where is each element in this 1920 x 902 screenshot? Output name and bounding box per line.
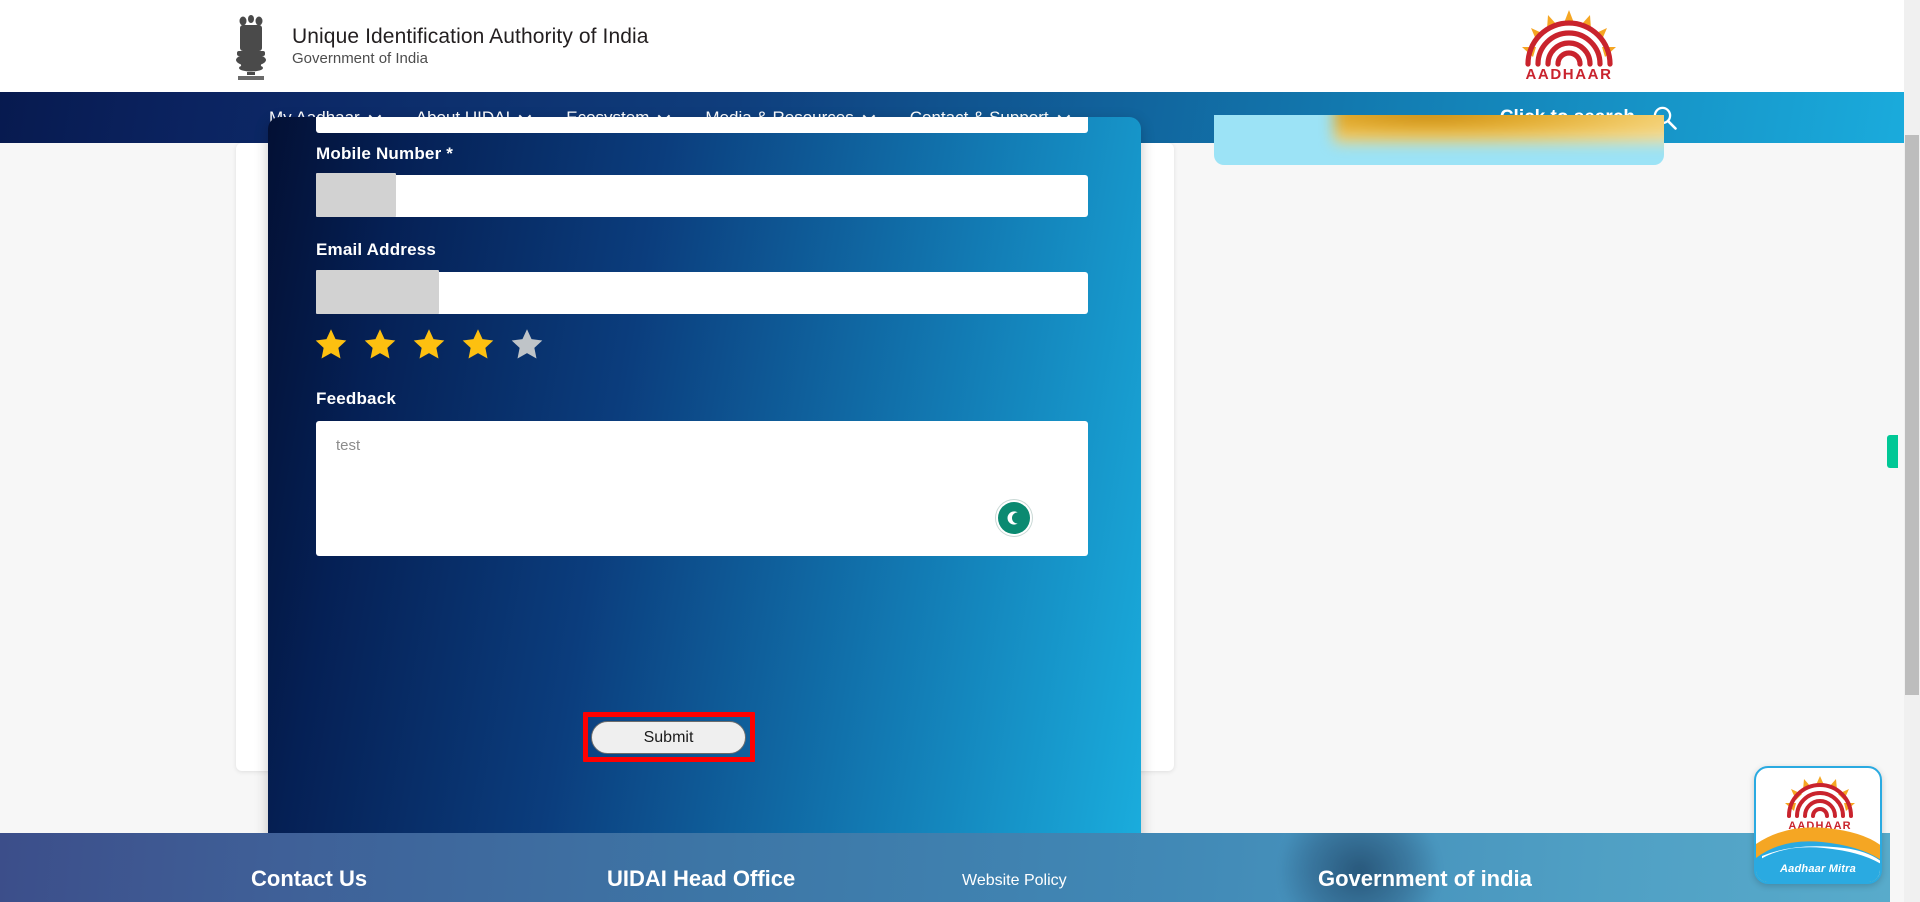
- page-content: Mobile Number * Email Address Feedback t…: [0, 115, 1890, 861]
- footer-heading-head-office[interactable]: UIDAI Head Office: [607, 866, 795, 892]
- aadhaar-mitra-chatbot-widget[interactable]: AADHAAR Aadhaar Mitra: [1754, 766, 1882, 884]
- feedback-label: Feedback: [316, 389, 397, 408]
- footer-link-website-policy[interactable]: Website Policy: [962, 872, 1067, 890]
- submit-button[interactable]: Submit: [591, 721, 746, 754]
- page-scrollbar-track[interactable]: [1904, 0, 1920, 902]
- feedback-textarea-value: test: [336, 437, 361, 454]
- captcha-field-partial[interactable]: [316, 117, 1088, 133]
- grammar-check-icon[interactable]: [998, 502, 1030, 534]
- star-filled-icon[interactable]: [461, 327, 495, 361]
- site-header: Unique Identification Authority of India…: [0, 0, 1904, 92]
- mobile-number-label: Mobile Number *: [316, 144, 454, 163]
- mobile-number-redaction: [316, 173, 396, 217]
- footer-heading-contact-us[interactable]: Contact Us: [251, 866, 367, 892]
- org-title: Unique Identification Authority of India: [292, 24, 649, 48]
- aadhaar-logo-icon[interactable]: AADHAAR: [1510, 8, 1628, 82]
- india-state-emblem-icon: [236, 15, 266, 80]
- aadhaar-logo-text: AADHAAR: [1525, 66, 1612, 82]
- org-subtitle: Government of India: [292, 49, 428, 67]
- aadhaar-mitra-label: Aadhaar Mitra: [1780, 863, 1856, 875]
- email-address-label: Email Address: [316, 240, 437, 259]
- rating-stars[interactable]: [314, 327, 544, 361]
- star-filled-icon[interactable]: [363, 327, 397, 361]
- feedback-side-tab[interactable]: [1887, 435, 1898, 468]
- promo-card-partial[interactable]: [1214, 115, 1664, 165]
- header-brand[interactable]: Unique Identification Authority of India…: [228, 10, 649, 82]
- star-empty-icon[interactable]: [510, 327, 544, 361]
- page-scrollbar-thumb[interactable]: [1905, 135, 1919, 695]
- star-filled-icon[interactable]: [412, 327, 446, 361]
- footer-heading-government[interactable]: Government of india: [1318, 866, 1532, 892]
- feedback-form-card: Mobile Number * Email Address Feedback t…: [268, 117, 1141, 861]
- feedback-textarea[interactable]: [316, 421, 1088, 556]
- star-filled-icon[interactable]: [314, 327, 348, 361]
- promo-card-image: [1334, 115, 1664, 143]
- mobile-number-input[interactable]: [316, 175, 1088, 217]
- email-address-redaction: [316, 270, 439, 314]
